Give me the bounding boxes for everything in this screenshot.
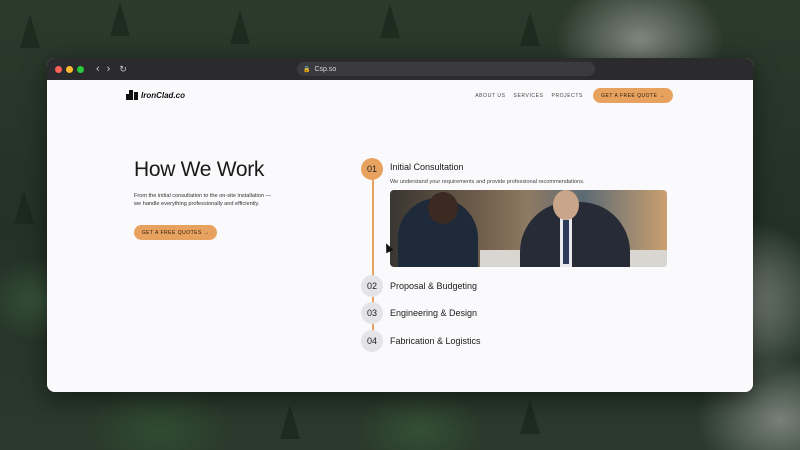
reload-icon[interactable]: ↻ [119,64,127,74]
lock-icon: 🔒 [303,66,311,73]
nav-services[interactable]: SERVICES [514,93,544,99]
url-text: Csp.so [314,65,337,73]
building-icon [126,90,138,100]
chevron-right-icon[interactable]: › [107,63,111,75]
web-page: IronClad.co ABOUT US SERVICES PROJECTS G… [47,80,753,392]
step-2-title[interactable]: Proposal & Budgeting [390,281,477,291]
address-bar[interactable]: 🔒 Csp.so [297,62,595,76]
step-4-number[interactable]: 04 [361,330,383,352]
browser-window: ‹ › ↻ 🔒 Csp.so IronClad.co ABOUT US SERV… [47,58,753,392]
hero-quote-button[interactable]: GET A FREE QUOTES → [134,225,217,240]
tree-shape [20,14,40,48]
step-3-number[interactable]: 03 [361,302,383,324]
browser-toolbar: ‹ › ↻ 🔒 Csp.so [47,58,753,80]
get-quote-button[interactable]: GET A FREE QUOTE → [593,88,673,103]
brand-name: IronClad.co [141,90,186,100]
chevron-left-icon[interactable]: ‹ [96,63,100,75]
step-2-number[interactable]: 02 [361,275,383,297]
step-1-description: We understand your requirements and prov… [390,179,585,185]
step-1-title[interactable]: Initial Consultation [390,162,464,172]
step-3-title[interactable]: Engineering & Design [390,308,477,318]
tree-shape [230,10,250,44]
step-4-title[interactable]: Fabrication & Logistics [390,336,481,346]
nav-about-us[interactable]: ABOUT US [475,93,505,99]
top-navigation: ABOUT US SERVICES PROJECTS GET A FREE QU… [467,88,673,103]
nav-projects[interactable]: PROJECTS [552,93,583,99]
minimize-window-button[interactable] [66,65,73,73]
close-window-button[interactable] [55,65,62,73]
tree-shape [14,190,34,224]
tree-shape [520,12,540,46]
maximize-window-button[interactable] [77,65,84,73]
tree-shape [280,405,300,439]
page-title: How We Work [134,158,265,181]
tree-shape [380,4,400,38]
step-1-number[interactable]: 01 [361,158,383,180]
intro-text: From the initial consultation to the on-… [134,193,272,207]
brand-logo[interactable]: IronClad.co [126,90,185,100]
consultation-photo [390,190,667,267]
tree-shape [110,2,130,36]
tree-shape [520,400,540,434]
